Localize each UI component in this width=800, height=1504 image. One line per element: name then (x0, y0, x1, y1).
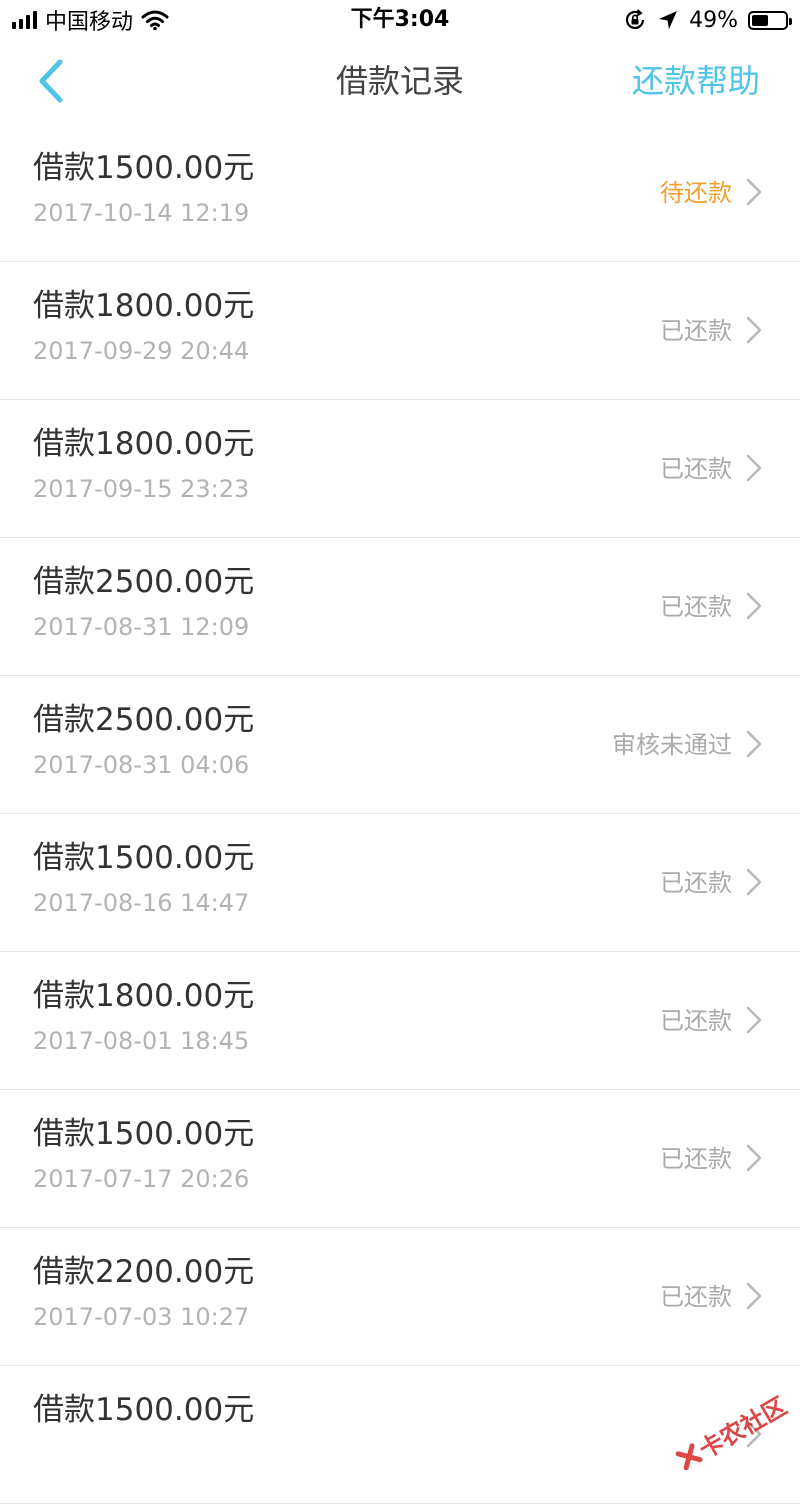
loan-record-row[interactable]: 借款1500.00元 2017-08-16 14:47 已还款 (0, 814, 800, 952)
loan-date: 2017-07-17 20:26 (33, 1165, 250, 1193)
loan-status: 已还款 (660, 317, 732, 345)
repayment-help-button[interactable]: 还款帮助 (632, 60, 760, 102)
loan-amount: 借款2500.00元 (33, 702, 255, 738)
status-bar-right: 49% (623, 6, 792, 34)
loan-record-row[interactable]: 借款1800.00元 2017-08-01 18:45 已还款 (0, 952, 800, 1090)
loan-amount: 借款1500.00元 (33, 1392, 255, 1428)
loan-amount: 借款1800.00元 (33, 426, 255, 462)
chevron-right-icon (746, 1006, 762, 1034)
loan-amount: 借款1800.00元 (33, 288, 255, 324)
loan-date: 2017-07-03 10:27 (33, 1303, 250, 1331)
loan-amount: 借款1500.00元 (33, 150, 255, 186)
loan-status: 已还款 (660, 869, 732, 897)
loan-record-row[interactable]: 借款1800.00元 2017-09-29 20:44 已还款 (0, 262, 800, 400)
chevron-right-icon (746, 730, 762, 758)
loan-record-row[interactable]: 借款2500.00元 2017-08-31 04:06 审核未通过 (0, 676, 800, 814)
loan-status: 已还款 (660, 1145, 732, 1173)
chevron-left-icon[interactable] (30, 56, 74, 106)
back-button[interactable] (30, 56, 74, 106)
chevron-right-icon (746, 454, 762, 482)
loan-record-row[interactable]: 借款2200.00元 2017-07-03 10:27 已还款 (0, 1228, 800, 1366)
loan-record-row[interactable]: 借款1500.00元 (0, 1366, 800, 1504)
loan-date: 2017-08-16 14:47 (33, 889, 250, 917)
loan-date: 2017-09-15 23:23 (33, 475, 250, 503)
loan-status: 已还款 (660, 1283, 732, 1311)
loan-amount: 借款1500.00元 (33, 1116, 255, 1152)
loan-amount: 借款2200.00元 (33, 1254, 255, 1290)
chevron-right-icon (746, 178, 762, 206)
loan-amount: 借款1800.00元 (33, 978, 255, 1014)
loan-status: 审核未通过 (612, 731, 732, 759)
navigation-bar: 借款记录 还款帮助 (0, 40, 800, 124)
chevron-right-icon (746, 1144, 762, 1172)
rotation-lock-icon (626, 9, 645, 29)
location-arrow-icon (659, 11, 678, 29)
status-bar: 中国移动 下午3:04 49% (0, 0, 800, 40)
loan-amount: 借款2500.00元 (33, 564, 255, 600)
loan-date: 2017-08-31 12:09 (33, 613, 250, 641)
battery-percent: 49% (689, 7, 738, 33)
loan-record-list: 借款1500.00元 2017-10-14 12:19 待还款借款1800.00元 2… (0, 124, 800, 1504)
battery-tip (789, 17, 792, 25)
battery-icon (748, 10, 792, 30)
chevron-right-icon (746, 316, 762, 344)
loan-status: 待还款 (660, 179, 732, 207)
chevron-right-icon (746, 592, 762, 620)
chevron-right-icon (746, 868, 762, 896)
loan-status: 已还款 (660, 593, 732, 621)
loan-date: 2017-09-29 20:44 (33, 337, 250, 365)
loan-amount: 借款1500.00元 (33, 840, 255, 876)
loan-record-row[interactable]: 借款2500.00元 2017-08-31 12:09 已还款 (0, 538, 800, 676)
loan-date: 2017-10-14 12:19 (33, 199, 250, 227)
loan-date: 2017-08-01 18:45 (33, 1027, 250, 1055)
loan-status: 已还款 (660, 455, 732, 483)
chevron-right-icon (746, 1282, 762, 1310)
loan-record-row[interactable]: 借款1500.00元 2017-07-17 20:26 已还款 (0, 1090, 800, 1228)
loan-date: 2017-08-31 04:06 (33, 751, 250, 779)
loan-record-row[interactable]: 借款1800.00元 2017-09-15 23:23 已还款 (0, 400, 800, 538)
battery-level (752, 14, 768, 26)
loan-record-row[interactable]: 借款1500.00元 2017-10-14 12:19 待还款 (0, 124, 800, 262)
loan-status: 已还款 (660, 1007, 732, 1035)
